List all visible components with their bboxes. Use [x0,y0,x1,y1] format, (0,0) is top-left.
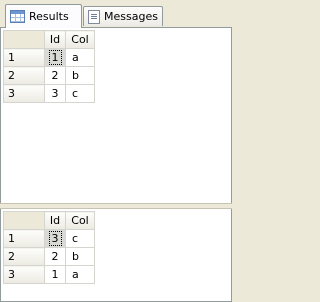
column-header-col[interactable]: Col [65,30,95,49]
grid-corner[interactable] [3,211,45,230]
grid-cell-id[interactable]: 2 [44,247,66,266]
messages-icon [88,9,100,24]
grid-header-row: Id Col [3,211,95,230]
grid-cell-id[interactable]: 2 [44,66,66,85]
row-number[interactable]: 2 [3,66,45,85]
row-number[interactable]: 3 [3,265,45,284]
selected-cell-value: 1 [48,50,62,65]
table-row[interactable]: 3 1 a [3,265,95,284]
results-window: Results Messages Id Col 1 1 a 2 2 b 3 3 … [0,0,232,302]
tab-results[interactable]: Results [5,4,82,28]
table-row[interactable]: 1 3 c [3,229,95,248]
grid-cell-id[interactable]: 1 [44,265,66,284]
selected-cell-value: 3 [48,231,62,246]
column-header-id[interactable]: Id [44,30,66,49]
results-pane-1[interactable]: Id Col 1 1 a 2 2 b 3 3 c [0,27,232,203]
tab-messages[interactable]: Messages [83,6,163,26]
table-row[interactable]: 3 3 c [3,84,95,103]
results-pane-2[interactable]: Id Col 1 3 c 2 2 b 3 1 a [0,209,232,302]
tab-strip: Results Messages [0,0,232,28]
grid-cell-col[interactable]: a [65,265,95,284]
grid-header-row: Id Col [3,30,95,49]
row-number[interactable]: 2 [3,247,45,266]
grid-cell-id[interactable]: 3 [44,229,66,248]
grid-icon [10,10,25,23]
table-row[interactable]: 1 1 a [3,48,95,67]
grid-cell-id[interactable]: 1 [44,48,66,67]
grid-cell-col[interactable]: c [65,84,95,103]
tab-messages-label: Messages [104,10,158,23]
table-row[interactable]: 2 2 b [3,247,95,266]
grid-cell-col[interactable]: b [65,247,95,266]
column-header-id[interactable]: Id [44,211,66,230]
grid-cell-col[interactable]: b [65,66,95,85]
grid-corner[interactable] [3,30,45,49]
table-row[interactable]: 2 2 b [3,66,95,85]
grid-cell-id[interactable]: 3 [44,84,66,103]
results-grid-1[interactable]: Id Col 1 1 a 2 2 b 3 3 c [3,30,95,103]
column-header-col[interactable]: Col [65,211,95,230]
row-number[interactable]: 1 [3,48,45,67]
results-grid-2[interactable]: Id Col 1 3 c 2 2 b 3 1 a [3,211,95,284]
grid-cell-col[interactable]: a [65,48,95,67]
row-number[interactable]: 3 [3,84,45,103]
grid-cell-col[interactable]: c [65,229,95,248]
row-number[interactable]: 1 [3,229,45,248]
tab-results-label: Results [29,10,69,23]
